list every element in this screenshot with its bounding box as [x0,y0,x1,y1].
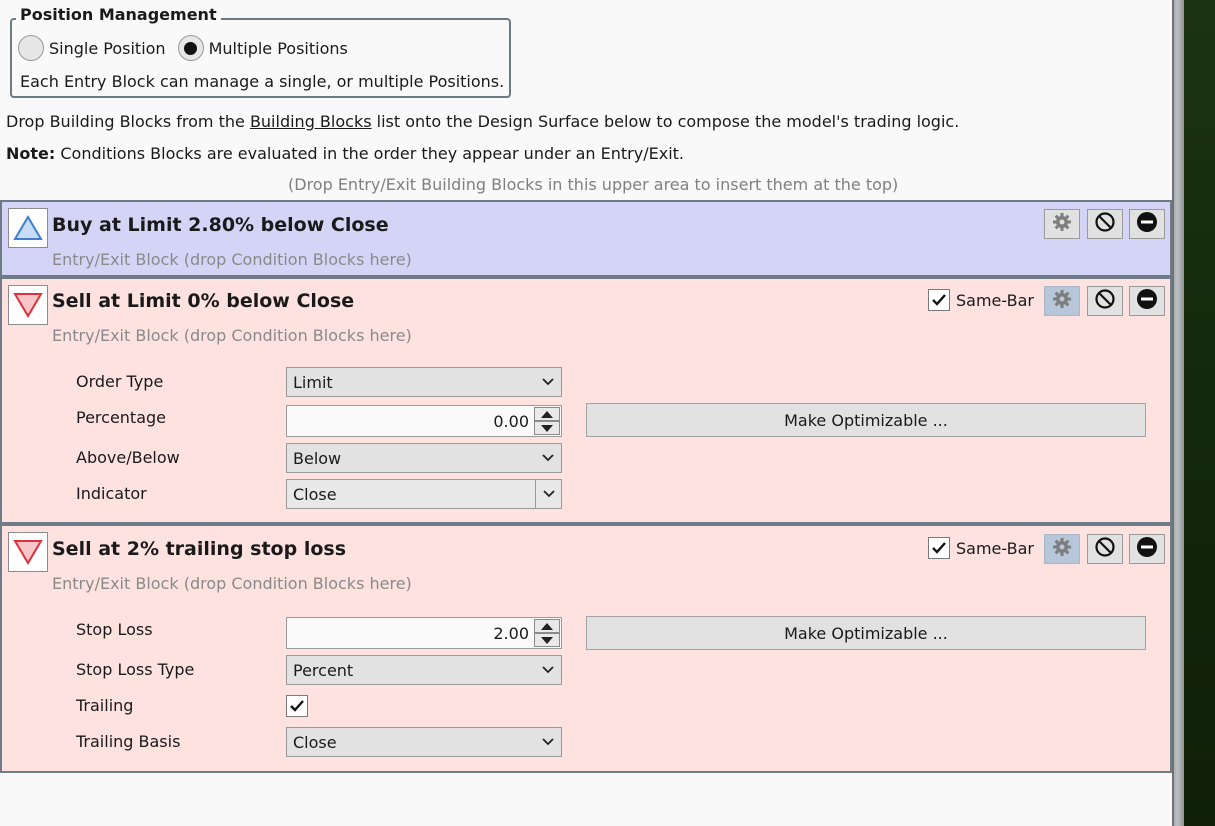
disable-button[interactable] [1087,534,1123,564]
chevron-down-icon[interactable] [535,480,561,508]
entry-block-trailing-stop[interactable]: Sell at 2% trailing stop loss Entry/Exit… [0,524,1172,773]
minus-circle-icon [1136,288,1158,314]
minus-circle-icon [1136,211,1158,237]
disable-button[interactable] [1087,209,1123,239]
entry-block-buy[interactable]: Buy at Limit 2.80% below Close Entry/Exi… [0,200,1172,277]
settings-button[interactable] [1044,286,1080,316]
gear-icon [1052,537,1072,561]
building-blocks-link[interactable]: Building Blocks [250,112,372,131]
order-type-value: Limit [293,372,333,392]
order-type-select[interactable]: Limit [286,367,562,397]
trailing-label: Trailing [76,696,134,715]
minus-circle-icon [1136,536,1158,562]
spin-down-button[interactable] [534,633,560,647]
percentage-input[interactable]: 0.00 [286,405,562,437]
disable-button[interactable] [1087,286,1123,316]
remove-button[interactable] [1129,286,1165,316]
chevron-down-icon [541,737,555,747]
block-title: Buy at Limit 2.80% below Close [52,214,389,236]
above-below-select[interactable]: Below [286,443,562,473]
make-optimizable-button[interactable]: Make Optimizable ... [586,616,1146,650]
instructions-suffix: list onto the Design Surface below to co… [371,112,960,131]
stop-loss-type-label: Stop Loss Type [76,660,195,679]
chevron-down-icon [541,377,555,387]
position-mode-radio-group: Single Position Multiple Positions [18,35,360,61]
triangle-up-icon [8,208,48,248]
same-bar-option: Same-Bar [928,289,1034,311]
note-text: Conditions Blocks are evaluated in the o… [55,144,684,163]
same-bar-option: Same-Bar [928,537,1034,559]
same-bar-label[interactable]: Same-Bar [956,291,1034,310]
block-subtitle: Entry/Exit Block (drop Condition Blocks … [52,326,412,345]
above-below-label: Above/Below [76,448,180,467]
multiple-positions-label[interactable]: Multiple Positions [209,39,348,58]
note-label: Note: [6,144,56,163]
spin-up-button[interactable] [534,619,560,633]
trailing-basis-label: Trailing Basis [76,732,181,751]
multiple-positions-radio[interactable] [177,35,204,61]
trailing-checkbox[interactable] [286,695,308,717]
position-management-description: Each Entry Block can manage a single, or… [20,72,505,91]
radio-selected-dot [184,41,198,55]
block-title: Sell at 2% trailing stop loss [52,538,346,560]
single-position-radio[interactable] [18,35,44,61]
stop-loss-label: Stop Loss [76,620,153,639]
same-bar-checkbox[interactable] [928,289,950,311]
order-type-label: Order Type [76,372,164,391]
spin-up-button[interactable] [534,407,560,421]
prohibited-icon [1094,211,1116,237]
prohibited-icon [1094,536,1116,562]
remove-button[interactable] [1129,534,1165,564]
trailing-basis-select[interactable]: Close [286,727,562,757]
scrollbar-edge [1172,0,1174,826]
position-management-legend: Position Management [16,5,221,24]
instructions-prefix: Drop Building Blocks from the [6,112,250,131]
stop-loss-input[interactable]: 2.00 [286,617,562,649]
block-subtitle: Entry/Exit Block (drop Condition Blocks … [52,574,412,593]
chevron-down-icon [541,665,555,675]
instructions-line: Drop Building Blocks from the Building B… [6,112,959,131]
settings-button[interactable] [1044,209,1080,239]
above-below-value: Below [293,448,342,468]
chevron-down-icon [541,453,555,463]
indicator-select[interactable]: Close [286,479,562,509]
same-bar-checkbox[interactable] [928,537,950,559]
same-bar-label[interactable]: Same-Bar [956,539,1034,558]
stop-loss-type-select[interactable]: Percent [286,655,562,685]
instructions-note: Note: Conditions Blocks are evaluated in… [6,144,684,163]
triangle-down-icon [8,532,48,572]
stop-loss-type-value: Percent [293,660,354,680]
gear-icon [1052,289,1072,313]
spin-down-button[interactable] [534,421,560,435]
trailing-basis-value: Close [293,732,337,752]
drop-hint: (Drop Entry/Exit Building Blocks in this… [288,175,899,194]
percentage-spinner [534,407,560,435]
block-title: Sell at Limit 0% below Close [52,290,355,312]
settings-button[interactable] [1044,534,1080,564]
single-position-label[interactable]: Single Position [49,39,166,58]
triangle-down-icon [8,285,48,325]
indicator-value: Close [293,484,337,504]
percentage-value: 0.00 [493,412,529,431]
stop-loss-spinner [534,619,560,647]
prohibited-icon [1094,288,1116,314]
percentage-label: Percentage [76,408,167,427]
gear-icon [1052,212,1072,236]
block-subtitle: Entry/Exit Block (drop Condition Blocks … [52,250,412,269]
entry-block-sell-limit[interactable]: Sell at Limit 0% below Close Entry/Exit … [0,277,1172,524]
indicator-label: Indicator [76,484,147,503]
remove-button[interactable] [1129,209,1165,239]
design-surface: Position Management Single Position Mult… [0,0,1172,826]
side-panel-edge [1184,0,1215,826]
make-optimizable-button[interactable]: Make Optimizable ... [586,403,1146,437]
stop-loss-value: 2.00 [493,624,529,643]
